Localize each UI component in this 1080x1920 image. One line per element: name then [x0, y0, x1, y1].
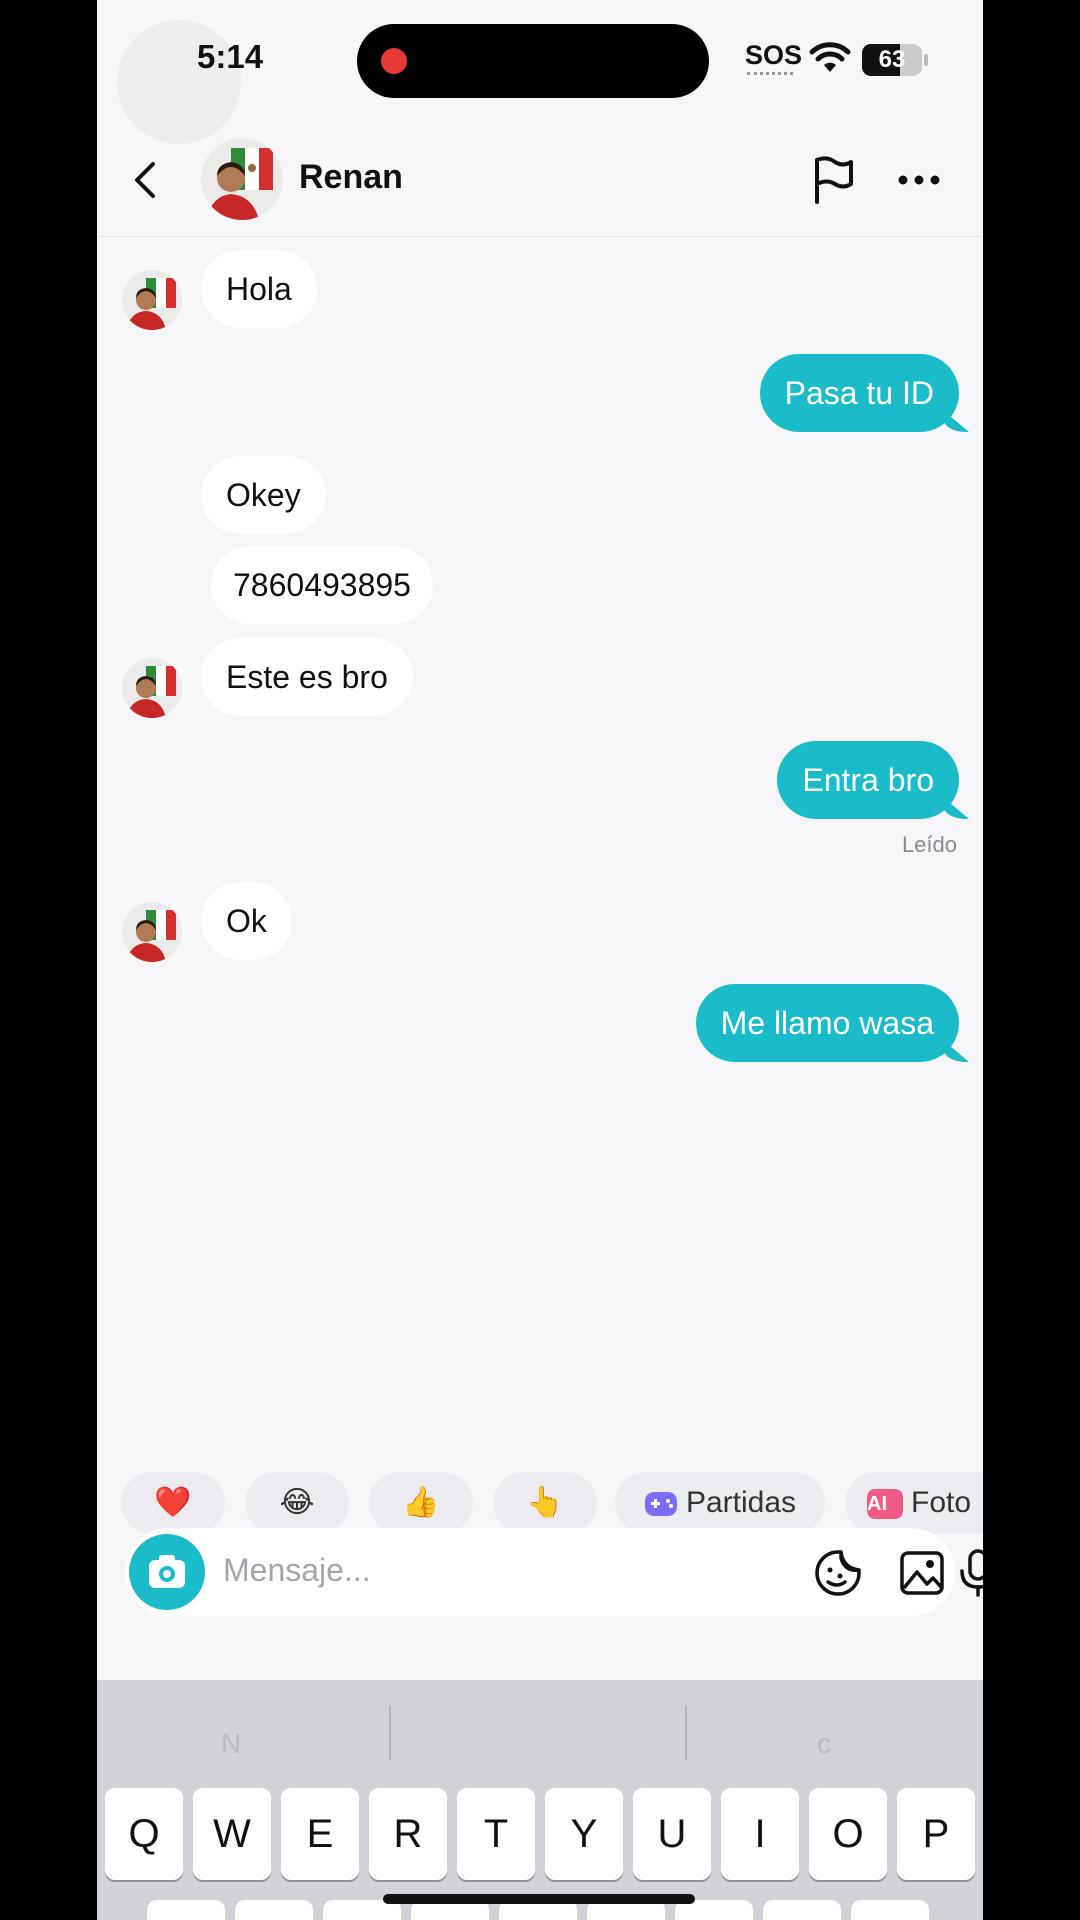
contact-avatar-small[interactable] — [122, 270, 182, 330]
sos-indicator: SOS — [745, 40, 803, 70]
suggestion-divider — [389, 1706, 391, 1760]
keyboard-suggestion[interactable]: c — [817, 1728, 831, 1760]
battery-tip — [924, 54, 928, 66]
battery-percent: 63 — [878, 46, 906, 73]
key-w[interactable]: W — [193, 1788, 271, 1880]
camera-icon — [149, 1555, 185, 1588]
key-y[interactable]: Y — [545, 1788, 623, 1880]
quick-reply-games-label: Partidas — [685, 1486, 797, 1519]
wifi-icon — [809, 42, 851, 72]
battery-indicator: 63 — [862, 44, 922, 76]
key-row2[interactable] — [235, 1900, 313, 1920]
gamepad-icon — [644, 1492, 677, 1517]
message-bubble-incoming[interactable]: Hola — [201, 250, 317, 328]
ai-badge-icon: AI — [867, 1489, 903, 1520]
key-e[interactable]: E — [281, 1788, 359, 1880]
status-time: 5:14 — [197, 38, 264, 75]
quick-reply-thumbs-up[interactable]: 👍 — [369, 1472, 473, 1534]
camera-button[interactable] — [129, 1534, 205, 1610]
key-o[interactable]: O — [809, 1788, 887, 1880]
message-bubble-incoming[interactable]: Okey — [201, 456, 326, 534]
key-row2[interactable] — [851, 1900, 929, 1920]
quick-reply-laugh[interactable]: 😂 — [245, 1472, 349, 1534]
chat-header: Renan — [97, 130, 983, 237]
key-row2[interactable] — [147, 1900, 225, 1920]
keyboard-suggestion[interactable]: N — [221, 1728, 241, 1760]
message-bubble-incoming[interactable]: Este es bro — [201, 638, 413, 716]
chat-screen: 5:14 SOS 63 Renan Hola Pasa tu ID Okey 7… — [97, 0, 983, 1920]
message-bubble-incoming[interactable]: Ok — [201, 882, 292, 960]
keyboard: N c Q W E R T Y U I O P — [97, 1680, 983, 1920]
key-row2[interactable] — [763, 1900, 841, 1920]
key-i[interactable]: I — [721, 1788, 799, 1880]
message-bubble-outgoing[interactable]: Pasa tu ID — [759, 354, 959, 432]
suggestion-divider — [685, 1706, 687, 1760]
key-t[interactable]: T — [457, 1788, 535, 1880]
contact-name[interactable]: Renan — [299, 158, 403, 197]
more-options-icon[interactable] — [897, 160, 941, 200]
key-q[interactable]: Q — [105, 1788, 183, 1880]
sticker-icon[interactable] — [813, 1548, 863, 1598]
key-p[interactable]: P — [897, 1788, 975, 1880]
message-bubble-outgoing[interactable]: Me llamo wasa — [695, 984, 959, 1062]
recording-indicator-icon — [381, 48, 407, 74]
signal-dots — [747, 72, 793, 79]
dynamic-island — [357, 24, 709, 98]
quick-reply-games[interactable]: Partidas — [615, 1472, 825, 1534]
image-gallery-icon[interactable] — [897, 1548, 947, 1598]
contact-avatar[interactable] — [201, 138, 283, 220]
quick-reply-ai-photo[interactable]: AI Foto — [845, 1472, 983, 1534]
key-u[interactable]: U — [633, 1788, 711, 1880]
read-receipt: Leído — [901, 832, 957, 857]
message-composer[interactable]: Mensaje... — [125, 1528, 955, 1616]
quick-reply-point[interactable]: 👆 — [493, 1472, 597, 1534]
quick-reply-photo-label: Foto — [911, 1486, 972, 1519]
message-bubble-outgoing[interactable]: Entra bro — [777, 741, 959, 819]
contact-avatar-small[interactable] — [122, 658, 182, 718]
home-indicator[interactable] — [383, 1894, 695, 1904]
quick-reply-heart[interactable]: ❤️ — [121, 1472, 225, 1534]
contact-avatar-small[interactable] — [122, 902, 182, 962]
key-r[interactable]: R — [369, 1788, 447, 1880]
microphone-icon[interactable] — [953, 1548, 983, 1598]
message-input[interactable]: Mensaje... — [223, 1552, 371, 1589]
report-flag-icon[interactable] — [807, 154, 857, 206]
back-arrow-icon[interactable] — [125, 158, 165, 202]
message-bubble-incoming[interactable]: 7860493895 — [211, 546, 433, 624]
